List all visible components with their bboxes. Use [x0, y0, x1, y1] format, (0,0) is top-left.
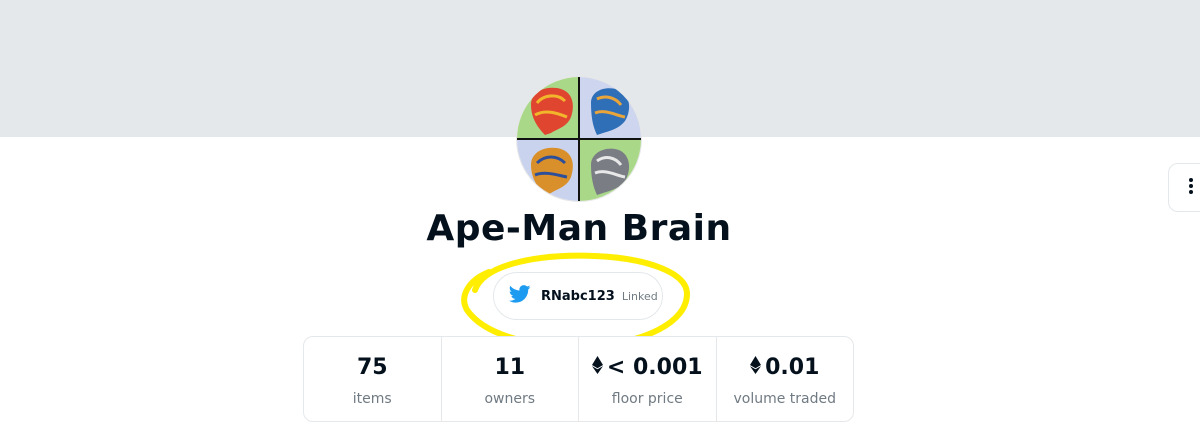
- twitter-account-link[interactable]: RNabc123 Linked: [493, 272, 663, 320]
- stat-label: floor price: [611, 391, 683, 407]
- collection-stats: 75 items 11 owners < 0.001 floor price 0…: [303, 336, 854, 422]
- stat-value: 75: [356, 354, 388, 380]
- ethereum-icon: [750, 355, 762, 380]
- twitter-linked-status: Linked: [621, 289, 658, 303]
- ethereum-icon: [591, 355, 603, 380]
- collection-title: Ape-Man Brain: [426, 208, 732, 249]
- twitter-handle: RNabc123: [541, 288, 615, 304]
- stat-label: owners: [484, 391, 536, 407]
- stat-items[interactable]: 75 items: [304, 337, 441, 421]
- collection-avatar: [517, 77, 641, 201]
- more-options-button[interactable]: [1168, 163, 1200, 212]
- stat-label: volume traded: [733, 391, 837, 407]
- stat-value: < 0.001: [591, 353, 703, 381]
- stat-floor-price[interactable]: < 0.001 floor price: [578, 337, 716, 421]
- stat-owners[interactable]: 11 owners: [440, 337, 579, 421]
- stat-label: items: [352, 391, 392, 407]
- more-vertical-icon: [1188, 177, 1194, 199]
- stat-value: 11: [494, 354, 526, 380]
- twitter-bird-icon: [508, 285, 531, 307]
- stat-volume-traded[interactable]: 0.01 volume traded: [715, 337, 854, 421]
- stat-value: 0.01: [750, 353, 819, 381]
